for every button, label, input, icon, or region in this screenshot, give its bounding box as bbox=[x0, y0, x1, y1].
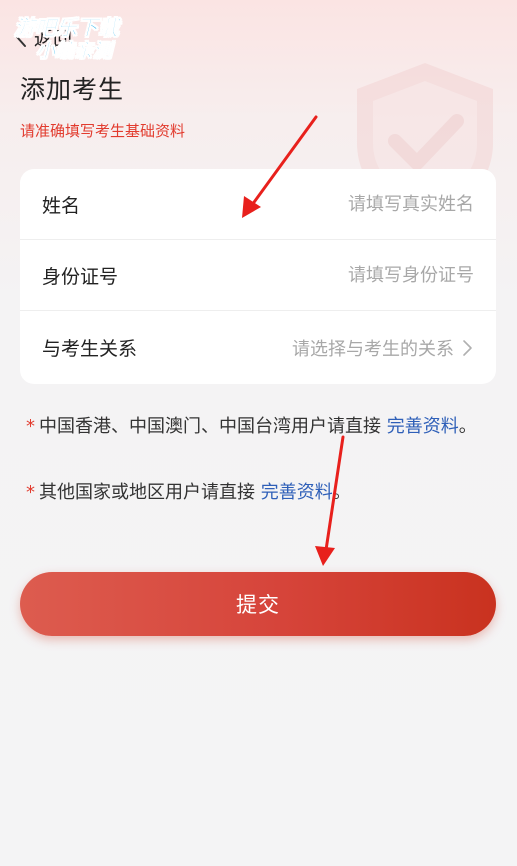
note-1-asterisk: * bbox=[26, 416, 35, 437]
complete-info-link-1[interactable]: 完善资料 bbox=[387, 416, 459, 437]
page-title: 添加考生 bbox=[20, 75, 125, 104]
note-hk-mo-tw: * 中国香港、中国澳门、中国台湾用户请直接 完善资料。 bbox=[26, 414, 488, 439]
chevron-right-icon bbox=[462, 339, 474, 357]
id-number-input[interactable] bbox=[214, 264, 474, 286]
relation-select-value: 请选择与考生的关系 bbox=[292, 338, 454, 360]
relation-row[interactable]: 与考生关系 请选择与考生的关系 bbox=[20, 311, 496, 384]
id-number-label: 身份证号 bbox=[42, 265, 119, 288]
submit-button[interactable]: 提交 bbox=[20, 572, 496, 636]
note-2-text: 其他国家或地区用户请直接 bbox=[39, 482, 255, 503]
relation-select[interactable]: 请选择与考生的关系 bbox=[292, 335, 474, 361]
chevron-left-icon bbox=[12, 25, 30, 49]
note-2-end: 。 bbox=[332, 482, 351, 503]
note-1-end: 。 bbox=[458, 416, 477, 437]
examinee-form-card: 姓名 身份证号 与考生关系 请选择与考生的关系 bbox=[20, 169, 496, 384]
name-label: 姓名 bbox=[42, 194, 81, 217]
back-label: 返回 bbox=[34, 27, 73, 50]
page-hint: 请准确填写考生基础资料 bbox=[20, 122, 186, 140]
name-input[interactable] bbox=[214, 193, 474, 215]
back-button[interactable]: 返回 bbox=[12, 22, 72, 52]
note-1-text: 中国香港、中国澳门、中国台湾用户请直接 bbox=[39, 416, 381, 437]
name-row: 姓名 bbox=[20, 169, 496, 240]
complete-info-link-2[interactable]: 完善资料 bbox=[261, 482, 333, 503]
relation-label: 与考生关系 bbox=[42, 338, 138, 360]
note-other-regions: * 其他国家或地区用户请直接 完善资料。 bbox=[26, 480, 488, 505]
id-number-row: 身份证号 bbox=[20, 240, 496, 311]
note-2-asterisk: * bbox=[26, 482, 35, 503]
